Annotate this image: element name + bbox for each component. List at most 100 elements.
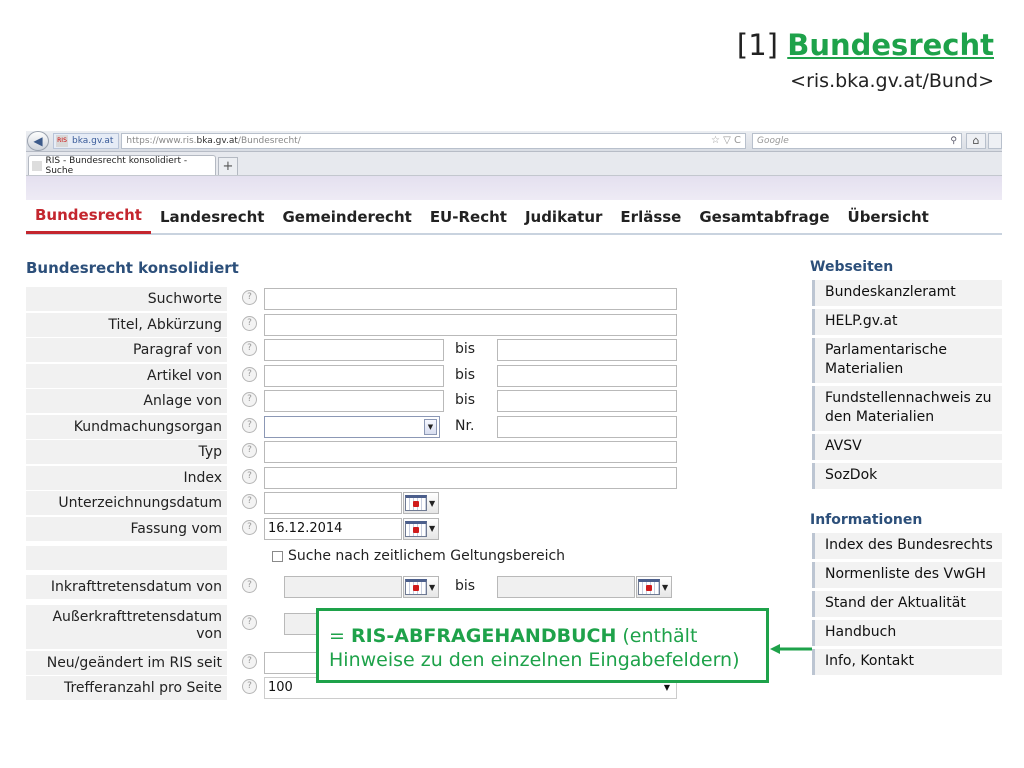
- fassung-input[interactable]: 16.12.2014: [264, 517, 402, 540]
- site-identity-label: bka.gv.at: [72, 136, 114, 146]
- label-unterzeichnungsdatum: Unterzeichnungsdatum: [26, 491, 227, 515]
- calendar-button[interactable]: ▼: [636, 576, 672, 598]
- sidebar-heading-informationen: Informationen: [810, 512, 923, 528]
- annotation-arrow-icon: [770, 644, 812, 654]
- calendar-icon: [405, 579, 427, 595]
- help-icon[interactable]: ?: [242, 494, 257, 509]
- nav-item-erlaesse[interactable]: Erlässe: [611, 199, 690, 234]
- label-fassung: Fassung vom: [26, 516, 227, 541]
- anlage-bis-input[interactable]: [497, 390, 677, 412]
- sidebar-item-info-kontakt[interactable]: Info, Kontakt: [812, 649, 1002, 675]
- help-icon[interactable]: ?: [242, 578, 257, 593]
- help-icon[interactable]: ?: [242, 614, 257, 630]
- sidebar-item-handbuch[interactable]: Handbuch: [812, 620, 1002, 646]
- calendar-icon: [405, 520, 427, 537]
- main-nav: Bundesrecht Landesrecht Gemeinderecht EU…: [26, 200, 1002, 235]
- help-icon[interactable]: ?: [242, 679, 257, 694]
- chevron-down-icon: ▼: [429, 582, 436, 592]
- search-icon[interactable]: ⚲: [950, 136, 957, 146]
- help-icon[interactable]: ?: [242, 341, 257, 356]
- help-icon[interactable]: ?: [242, 366, 257, 382]
- bundesrecht-link[interactable]: Bundesrecht: [787, 28, 994, 62]
- help-icon[interactable]: ?: [242, 443, 257, 458]
- chevron-down-icon: ▼: [429, 524, 436, 533]
- site-identity[interactable]: RIS bka.gv.at: [53, 133, 120, 149]
- form-row-anlage: Anlage von ? bis: [26, 389, 686, 415]
- url-text: https://www.ris.bka.gv.at/Bundesrecht/: [126, 136, 301, 146]
- new-tab-button[interactable]: +: [218, 157, 238, 175]
- sidebar-item-stand[interactable]: Stand der Aktualität: [812, 591, 1002, 617]
- inkraft-bis-input[interactable]: [497, 576, 635, 598]
- sidebar-item-sozdok[interactable]: SozDok: [812, 463, 1002, 489]
- paragraf-von-input[interactable]: [264, 339, 444, 361]
- suchworte-input[interactable]: [264, 288, 677, 310]
- index-input[interactable]: [264, 466, 677, 489]
- label-index: Index: [26, 465, 227, 490]
- typ-input[interactable]: [264, 441, 677, 463]
- label-empty: [26, 546, 227, 570]
- label-typ: Typ: [26, 440, 227, 464]
- label-kundmachungsorgan: Kundmachungsorgan: [26, 414, 227, 439]
- nav-item-gemeinderecht[interactable]: Gemeinderecht: [273, 199, 420, 234]
- browser-tab-active[interactable]: RIS - Bundesrecht konsolidiert - Suche: [28, 155, 216, 176]
- chevron-down-icon: ▼: [662, 582, 669, 592]
- form-row-kundmachungsorgan: Kundmachungsorgan ? ▼ Nr.: [26, 414, 686, 441]
- nav-item-judikatur[interactable]: Judikatur: [516, 199, 611, 234]
- help-icon[interactable]: ?: [242, 468, 257, 484]
- sidebar-item-help[interactable]: HELP.gv.at: [812, 309, 1002, 335]
- inkraft-von-input[interactable]: [284, 576, 402, 598]
- sidebar-item-bundeskanzleramt[interactable]: Bundeskanzleramt: [812, 280, 1002, 306]
- nr-input[interactable]: [497, 415, 677, 438]
- back-button[interactable]: ◀: [27, 131, 49, 151]
- url-input[interactable]: https://www.ris.bka.gv.at/Bundesrecht/ ☆…: [121, 133, 746, 149]
- help-icon[interactable]: ?: [242, 315, 257, 331]
- slide-url: <ris.bka.gv.at/Bund>: [790, 70, 994, 92]
- label-neu: Neu/geändert im RIS seit: [26, 650, 227, 675]
- search-placeholder: Google: [757, 136, 789, 146]
- form-row-index: Index ?: [26, 465, 686, 492]
- help-icon[interactable]: ?: [242, 519, 257, 535]
- geltungsbereich-checkbox[interactable]: [272, 551, 283, 562]
- annotation-callout: = RIS-ABFRAGEHANDBUCH (enthält Hinweise …: [316, 608, 769, 683]
- artikel-von-input[interactable]: [264, 364, 444, 387]
- anlage-von-input[interactable]: [264, 390, 444, 412]
- unterzeichnungsdatum-input[interactable]: [264, 492, 402, 514]
- sidebar-item-normenliste[interactable]: Normenliste des VwGH: [812, 562, 1002, 588]
- artikel-bis-input[interactable]: [497, 364, 677, 387]
- toolbar-extra-button[interactable]: [988, 133, 1002, 149]
- calendar-button[interactable]: ▼: [403, 576, 439, 598]
- nav-item-uebersicht[interactable]: Übersicht: [839, 199, 938, 234]
- help-icon[interactable]: ?: [242, 417, 257, 433]
- sidebar-item-avsv[interactable]: AVSV: [812, 434, 1002, 460]
- help-icon[interactable]: ?: [242, 653, 257, 669]
- calendar-button[interactable]: ▼: [403, 517, 439, 540]
- nav-item-eu-recht[interactable]: EU-Recht: [421, 199, 516, 234]
- nav-item-landesrecht[interactable]: Landesrecht: [151, 199, 274, 234]
- titel-input[interactable]: [264, 313, 677, 336]
- kundmachungsorgan-select[interactable]: ▼: [264, 415, 440, 438]
- nav-item-bundesrecht[interactable]: Bundesrecht: [26, 199, 151, 234]
- form-row-paragraf: Paragraf von ? bis: [26, 338, 686, 364]
- sidebar: Webseiten Bundeskanzleramt HELP.gv.at Pa…: [810, 258, 1002, 678]
- label-titel: Titel, Abkürzung: [26, 312, 227, 337]
- sidebar-item-index[interactable]: Index des Bundesrechts: [812, 533, 1002, 559]
- calendar-icon: [405, 495, 427, 511]
- form-row-inkraft: Inkrafttretensdatum von ? ▼ bis ▼: [26, 575, 686, 601]
- calendar-button[interactable]: ▼: [403, 492, 439, 514]
- help-icon[interactable]: ?: [242, 290, 257, 305]
- nav-item-gesamtabfrage[interactable]: Gesamtabfrage: [690, 199, 838, 234]
- nr-label: Nr.: [455, 417, 475, 434]
- site-favicon-icon: RIS: [56, 135, 68, 147]
- form-row-titel: Titel, Abkürzung ?: [26, 312, 686, 339]
- help-icon[interactable]: ?: [242, 392, 257, 407]
- home-icon[interactable]: ⌂: [966, 133, 986, 149]
- browser-search-input[interactable]: Google ⚲: [752, 133, 962, 149]
- paragraf-bis-input[interactable]: [497, 339, 677, 361]
- geltungsbereich-label: Suche nach zeitlichem Geltungsbereich: [288, 548, 566, 564]
- bis-label: bis: [455, 392, 476, 408]
- tab-bar: RIS - Bundesrecht konsolidiert - Suche +: [26, 152, 1002, 176]
- sidebar-item-fundstellennachweis[interactable]: Fundstellennachweis zu den Materialien: [812, 386, 1002, 431]
- label-treffer: Trefferanzahl pro Seite: [26, 676, 227, 700]
- sidebar-item-parlamentarische-materialien[interactable]: Parlamentarische Materialien: [812, 338, 1002, 383]
- url-tools-icons[interactable]: ☆ ▽ C: [711, 134, 745, 148]
